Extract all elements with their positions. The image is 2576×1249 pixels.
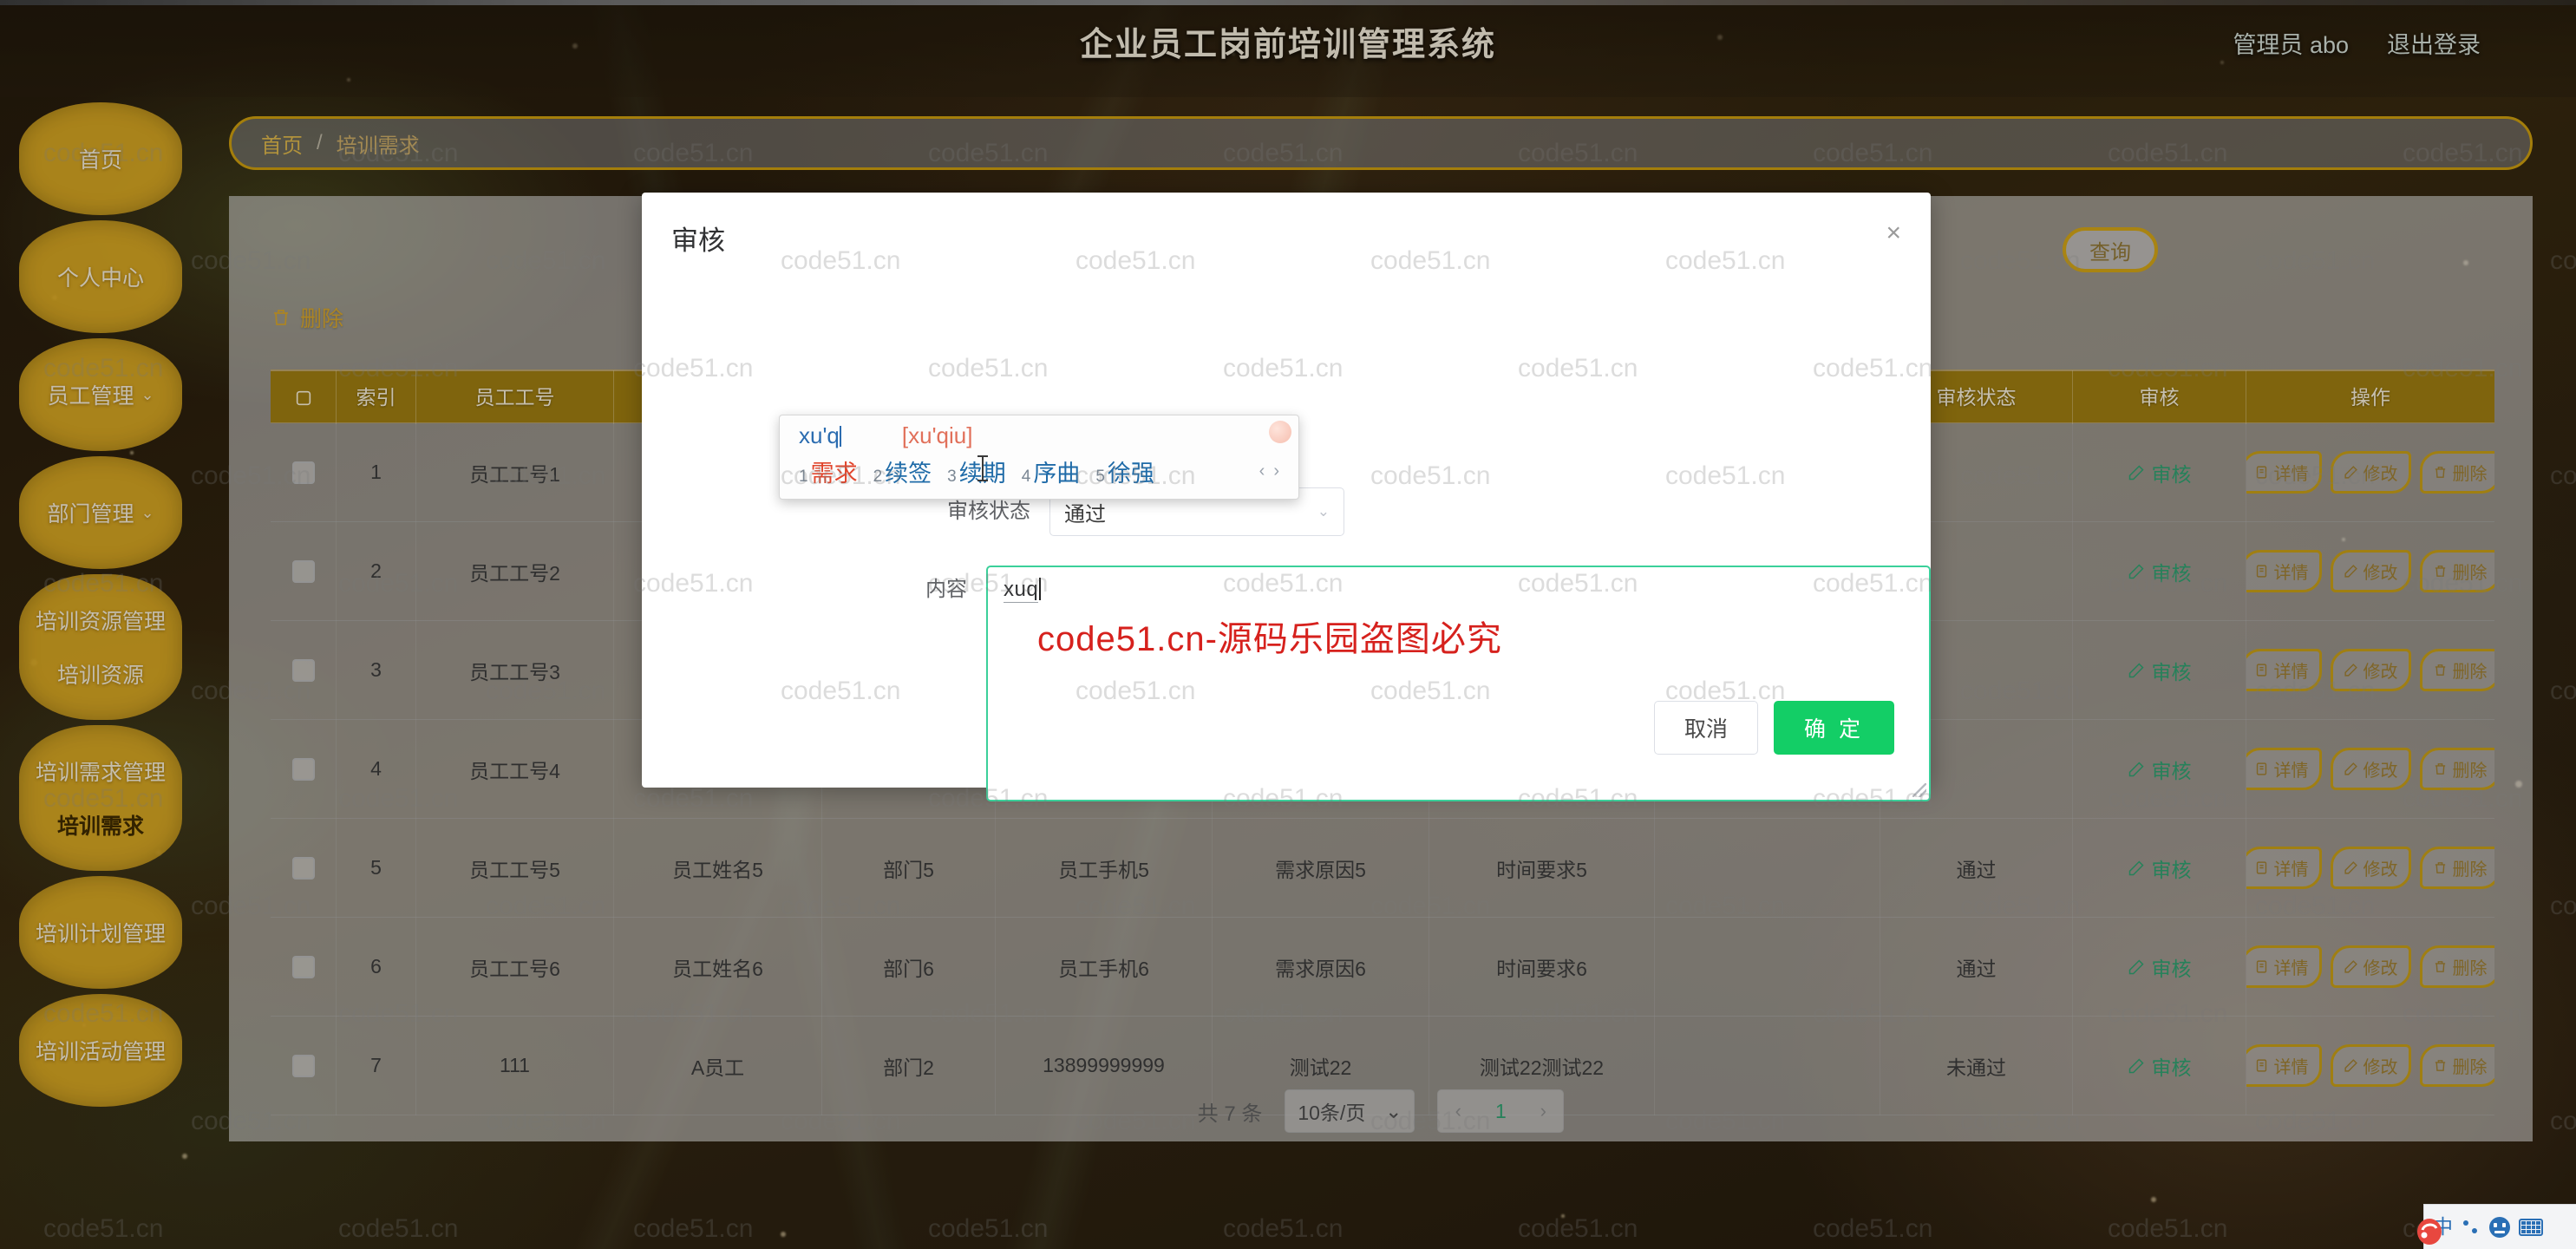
content-row: 内容 xuq — [642, 566, 1931, 801]
ime-pinyin-text: xu'q — [799, 422, 841, 448]
ime-candidate-number: 2 — [873, 468, 883, 486]
audit-status-value: 通过 — [1064, 502, 1106, 526]
dialog-title: 审核 — [671, 226, 725, 256]
dialog-footer: 取消 确 定 — [1654, 701, 1894, 755]
text-ibeam-cursor — [977, 455, 988, 481]
ime-prev-page-icon[interactable]: ‹ — [1259, 461, 1265, 481]
confirm-button[interactable]: 确 定 — [1774, 701, 1894, 755]
red-watermark: code51.cn-源码乐园盗图必究 — [1037, 620, 1502, 658]
ime-candidate-word: 需求 — [810, 461, 858, 487]
content-composition-text: xuq — [1004, 578, 1042, 603]
ime-candidate-2[interactable]: 2 续签 — [873, 454, 932, 488]
ime-next-page-icon[interactable]: › — [1273, 461, 1279, 481]
emoji-icon[interactable] — [2489, 1216, 2510, 1238]
sogou-taskbar-logo-icon[interactable] — [2415, 1213, 2444, 1247]
ime-candidate-number: 1 — [799, 468, 808, 486]
sogou-logo-icon — [1269, 421, 1291, 443]
ime-candidate-1[interactable]: 1 需求 — [799, 454, 858, 488]
ime-candidate-5[interactable]: 5 徐强 — [1095, 454, 1154, 488]
text-cursor — [1039, 578, 1042, 600]
ime-candidate-word: 序曲 — [1033, 461, 1081, 487]
ime-candidate-number: 5 — [1095, 468, 1105, 486]
cancel-button[interactable]: 取消 — [1654, 701, 1759, 755]
ime-candidate-number: 4 — [1021, 468, 1031, 486]
ime-candidate-number: 3 — [947, 468, 957, 486]
ime-candidate-word: 徐强 — [1107, 461, 1154, 487]
close-icon[interactable]: × — [1886, 220, 1901, 246]
ime-taskbar: 中 — [2423, 1204, 2576, 1249]
content-label: 内容 — [925, 578, 968, 601]
ime-candidate-4[interactable]: 4 序曲 — [1022, 454, 1081, 488]
punctuation-icon[interactable] — [2462, 1218, 2481, 1237]
ime-candidate-word: 续签 — [885, 461, 932, 487]
ime-candidate-3[interactable]: 3 续期 — [947, 454, 1006, 488]
ime-full-pinyin: [xu'qiu] — [901, 422, 973, 448]
composition-string: xuq — [1004, 578, 1039, 603]
content-textarea[interactable]: xuq — [986, 566, 1931, 801]
chevron-down-icon: ⌄ — [1317, 503, 1330, 520]
ime-page-arrows: ‹ › — [1259, 461, 1279, 481]
ime-candidate-list: 1 需求 2 续签 3 续期 4 序曲 5 徐强 ‹ › — [780, 453, 1298, 499]
textarea-resize-handle[interactable] — [1912, 783, 1926, 797]
keyboard-icon[interactable] — [2519, 1218, 2543, 1236]
ime-candidate-popup: xu'q [xu'qiu] 1 需求 2 续签 3 续期 4 序曲 5 徐强 ‹ › — [779, 415, 1299, 500]
ime-pinyin-row: xu'q [xu'qiu] — [780, 415, 1298, 453]
